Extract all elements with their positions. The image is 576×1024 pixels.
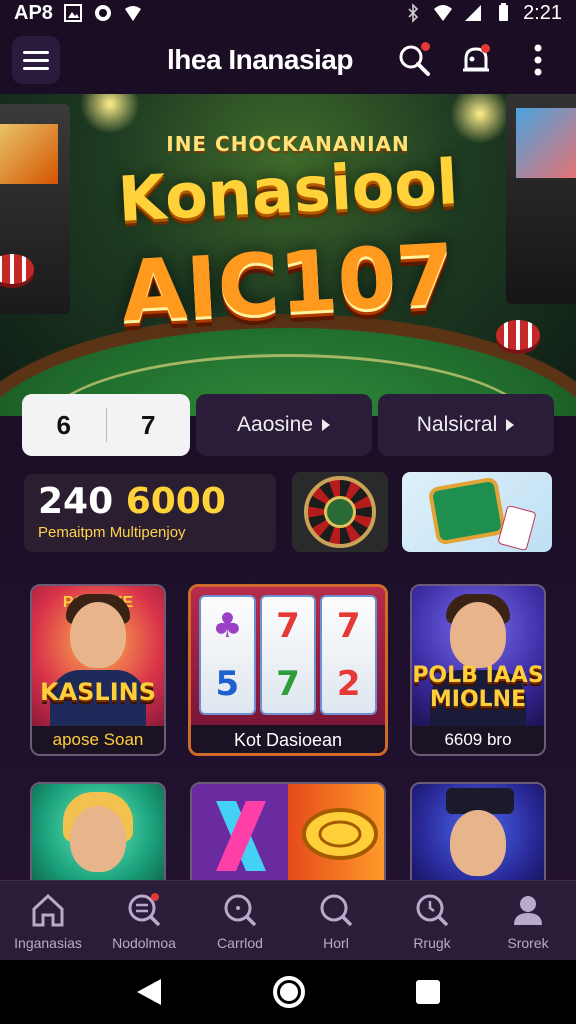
nav-item-rrugk[interactable]: Rrugk: [384, 881, 480, 960]
image-icon: [63, 4, 82, 22]
nav-label: Horl: [323, 934, 349, 951]
tile-caption: apose Soan: [32, 726, 164, 754]
chat-icon: [94, 5, 111, 21]
bottom-navigation: Inganasias Nodolmoa Carrlod Horl Rrugk S…: [0, 880, 576, 960]
game-tile[interactable]: PO JAHE KASLINS apose Soan: [30, 584, 166, 756]
playing-card-icon: [497, 504, 537, 552]
nav-item-carrlod[interactable]: Carrlod: [192, 881, 288, 960]
home-circle-icon[interactable]: [272, 975, 306, 1009]
chevron-right-icon: [506, 419, 515, 431]
nav-label: Carrlod: [217, 934, 263, 951]
game-tile[interactable]: [190, 782, 386, 892]
reel-symbol: 2: [336, 664, 361, 704]
hero-banner[interactable]: INE CHOCKANANIAN Konasiool AIC107: [0, 94, 576, 416]
tab-nalsicral[interactable]: Nalsicral: [378, 394, 554, 456]
carrier-label: AP8: [14, 1, 53, 24]
clock: 2:21: [523, 1, 562, 24]
segment-left[interactable]: 6: [22, 410, 106, 441]
wifi-icon: [434, 5, 453, 21]
back-icon[interactable]: [135, 977, 163, 1007]
home-icon: [32, 893, 64, 926]
coin-icon: [302, 808, 378, 860]
slot-game-tile[interactable]: ♣ 5 77 72 Kot Dasioean: [188, 584, 388, 756]
cards-game-card[interactable]: [402, 472, 552, 552]
reel-symbol: ♣: [212, 606, 243, 646]
chips-illustration: [496, 320, 540, 350]
tab-label: Nalsicral: [416, 413, 498, 436]
tab-label: Aaosine: [237, 413, 313, 436]
system-navigation-bar: [0, 960, 576, 1024]
app-screen: AP8 2:21 lhea Inanasiap INE CHOCKANANIAN…: [0, 0, 576, 1024]
tile-title: POLB IAAS MIOLNE: [412, 663, 544, 712]
nav-item-srorek[interactable]: Srorek: [480, 881, 576, 960]
game-tile[interactable]: [410, 782, 546, 892]
more-options-button[interactable]: [520, 42, 556, 78]
tile-caption: 6609 bro: [412, 726, 544, 754]
jackpot-card[interactable]: 240 6000 Pemaitpm Multipenjoy: [24, 474, 276, 552]
search-icon: [320, 894, 353, 926]
bluetooth-icon: [408, 3, 419, 23]
x-symbol-icon: [216, 801, 266, 871]
reel-symbol: 5: [215, 664, 240, 704]
nav-label: Nodolmoa: [112, 934, 176, 951]
nav-item-horl[interactable]: Horl: [288, 881, 384, 960]
recents-icon[interactable]: [415, 979, 441, 1005]
roulette-icon: [304, 476, 376, 548]
reel-symbol: 7: [276, 606, 300, 646]
notifications-button[interactable]: [458, 42, 494, 78]
more-vert-icon: [534, 44, 542, 76]
nav-label: Inganasias: [14, 934, 82, 951]
tab-aaosine[interactable]: Aaosine: [196, 394, 372, 456]
signal-icon: [465, 5, 482, 21]
notification-dot: [481, 44, 490, 53]
reel-symbol: 7: [276, 664, 300, 704]
clock-search-icon: [416, 894, 449, 926]
jackpot-value: 240: [38, 481, 114, 522]
tile-caption: Kot Dasioean: [191, 725, 385, 753]
game-tile[interactable]: POLB IAAS MIOLNE 6609 bro: [410, 584, 546, 756]
status-bar: AP8 2:21: [0, 0, 576, 26]
card-box-icon: [427, 476, 507, 546]
nav-label: Rrugk: [413, 934, 451, 951]
nav-item-nodolmoa[interactable]: Nodolmoa: [96, 881, 192, 960]
app-header: lhea Inanasiap: [0, 30, 576, 90]
search-list-icon: [128, 892, 161, 926]
tile-title: KASLINS: [39, 678, 157, 706]
segment-right[interactable]: 7: [107, 410, 191, 441]
nav-item-home[interactable]: Inganasias: [0, 881, 96, 960]
nav-label: Srorek: [507, 934, 549, 951]
jackpot-value-gold: 6000: [125, 481, 226, 522]
page-title: lhea Inanasiap: [167, 44, 353, 75]
battery-icon: [499, 3, 509, 21]
search-button[interactable]: [396, 42, 432, 78]
menu-button[interactable]: [12, 36, 60, 84]
category-tabs: 6 7 Aaosine Nalsicral: [22, 394, 554, 456]
chevron-right-icon: [321, 419, 330, 431]
roulette-game-card[interactable]: [292, 472, 388, 552]
profile-icon: [514, 895, 542, 925]
location-icon: [124, 6, 141, 21]
hero-headline-2: AIC107: [119, 225, 457, 341]
segment-control[interactable]: 6 7: [22, 394, 190, 456]
game-tile[interactable]: [30, 782, 166, 892]
jackpot-subtitle: Pemaitpm Multipenjoy: [38, 524, 186, 541]
slot-reels: ♣ 5 77 72: [199, 595, 378, 715]
search-icon: [224, 894, 257, 926]
reel-symbol: 7: [336, 606, 361, 646]
notification-dot: [421, 42, 430, 51]
